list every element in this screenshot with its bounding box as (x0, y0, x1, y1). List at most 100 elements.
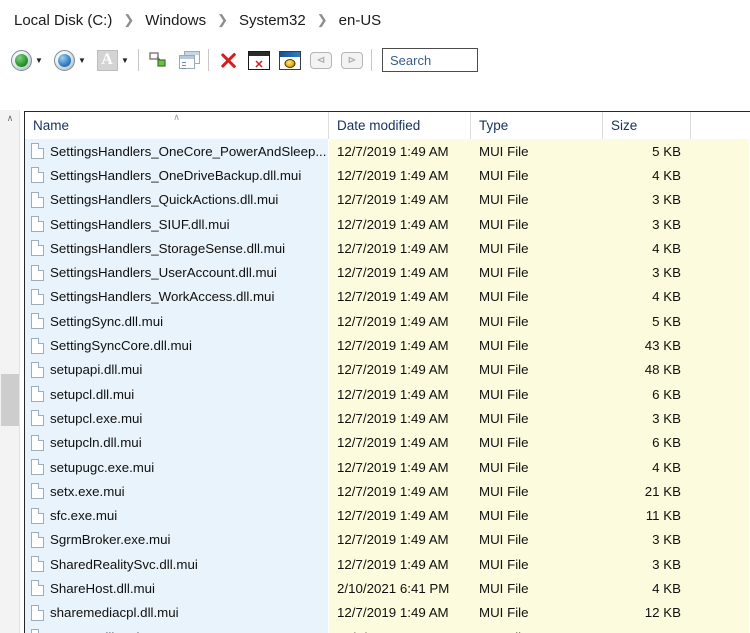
search-input[interactable] (390, 49, 477, 71)
table-row[interactable]: setx.exe.mui 12/7/2019 1:49 AM MUI File 21 … (25, 479, 750, 504)
file-name-label: SettingsHandlers_StorageSense.dll.mui (50, 240, 286, 256)
chevron-down-icon[interactable]: ▼ (33, 49, 45, 71)
file-name-cell[interactable]: SettingsHandlers_WorkAccess.dll.mui (25, 284, 329, 310)
breadcrumb-item-1[interactable]: Windows (141, 10, 210, 31)
file-name-cell[interactable]: SharedRealitySvc.dll.mui (25, 552, 329, 577)
breadcrumb-item-3[interactable]: en-US (335, 10, 386, 31)
column-header-size[interactable]: Size (603, 112, 691, 139)
file-name-cell[interactable]: SettingSync.dll.mui (25, 309, 329, 334)
file-icon (31, 240, 44, 257)
table-row[interactable]: SgrmBroker.exe.mui 12/7/2019 1:49 AM MUI F… (25, 527, 750, 553)
table-row[interactable]: SharedRealitySvc.dll.mui 12/7/2019 1:49 A… (25, 552, 750, 577)
file-name-cell[interactable]: SettingsHandlers_SIUF.dll.mui (25, 211, 329, 237)
file-name-cell[interactable]: SettingsHandlers_OneDriveBackup.dll.mui (25, 163, 329, 188)
chevron-down-icon[interactable]: ▼ (119, 49, 131, 71)
table-row[interactable]: SettingsHandlers_StorageSense.dll.mui 12/… (25, 236, 750, 261)
file-size-cell: 3 KB (603, 624, 691, 633)
table-row[interactable]: SettingSyncCore.dll.mui 12/7/2019 1:49 AM… (25, 333, 750, 358)
table-row[interactable]: sfc.exe.mui 12/7/2019 1:49 AM MUI File 11 K… (25, 503, 750, 528)
table-row[interactable]: SettingsHandlers_WorkAccess.dll.mui 12/7/… (25, 284, 750, 310)
table-row[interactable]: sharemediacpl.dll.mui 12/7/2019 1:49 AM MU… (25, 600, 750, 625)
table-row[interactable]: setupcln.dll.mui 12/7/2019 1:49 AM MUI Fil… (25, 430, 750, 455)
file-size-cell: 4 KB (603, 454, 691, 480)
table-row[interactable]: SettingsHandlers_UserAccount.dll.mui 12/7… (25, 260, 750, 285)
file-name-cell[interactable]: SettingsHandlers_QuickActions.dll.mui (25, 187, 329, 212)
table-row[interactable]: SettingsHandlers_OneDriveBackup.dll.mui 1… (25, 163, 750, 188)
file-icon (31, 216, 44, 233)
file-name-cell[interactable]: setupcl.dll.mui (25, 381, 329, 407)
file-name-cell[interactable]: SettingsHandlers_OneCore_PowerAndSleep..… (25, 139, 329, 164)
column-header-type[interactable]: Type (471, 112, 603, 139)
shortcut-link-button[interactable] (145, 45, 171, 75)
table-row[interactable]: setupcl.exe.mui 12/7/2019 1:49 AM MUI File… (25, 406, 750, 431)
globe-blue-button[interactable]: ▼ (51, 45, 89, 75)
table-row[interactable]: setupcl.dll.mui 12/7/2019 1:49 AM MUI File… (25, 381, 750, 407)
file-name-cell[interactable]: SettingsHandlers_StorageSense.dll.mui (25, 236, 329, 261)
font-a-button[interactable]: A ▼ (94, 45, 132, 75)
window-list-button[interactable] (176, 45, 202, 75)
file-type-cell: MUI File (471, 260, 603, 285)
file-icon (31, 434, 44, 451)
file-name-cell[interactable]: setupcln.dll.mui (25, 430, 329, 455)
column-header-date-modified[interactable]: Date modified (329, 112, 471, 139)
file-blank-cell (691, 527, 749, 553)
column-header-size-label: Size (611, 118, 638, 133)
column-header-name-label: Name (33, 118, 70, 133)
toolbar: ▼ ▼ A ▼ ✕ ⊲ ⊳ Search (0, 40, 750, 80)
file-name-label: SettingsHandlers_OneDriveBackup.dll.mui (50, 167, 302, 183)
chevron-down-icon[interactable]: ▼ (76, 49, 88, 71)
file-name-cell[interactable]: setx.exe.mui (25, 479, 329, 504)
file-name-cell[interactable]: ShareHost.dll.mui (25, 576, 329, 601)
close-window-icon: ✕ (247, 48, 271, 72)
file-name-cell[interactable]: SHCore.dll.mui (25, 624, 329, 633)
file-name-cell[interactable]: SettingSyncCore.dll.mui (25, 333, 329, 358)
file-date-cell: 12/7/2019 1:49 AM (329, 600, 471, 625)
file-type-cell: MUI File (471, 381, 603, 407)
sort-ascending-icon: ∧ (173, 112, 180, 122)
column-header-blank[interactable] (691, 112, 749, 139)
scroll-up-arrow-icon[interactable]: ∧ (0, 110, 20, 127)
globe-green-button[interactable]: ▼ (8, 45, 46, 75)
file-name-cell[interactable]: setupapi.dll.mui (25, 357, 329, 382)
file-name-cell[interactable]: sharemediacpl.dll.mui (25, 600, 329, 625)
file-name-cell[interactable]: SettingsHandlers_UserAccount.dll.mui (25, 260, 329, 285)
close-window-button[interactable]: ✕ (246, 45, 272, 75)
file-list: Name ∧ Date modified Type Size SettingsH… (24, 111, 750, 633)
file-date-cell: 12/7/2019 1:49 AM (329, 503, 471, 528)
file-name-label: SettingsHandlers_UserAccount.dll.mui (50, 265, 277, 281)
file-size-cell: 6 KB (603, 381, 691, 407)
table-row[interactable]: ShareHost.dll.mui 2/10/2021 6:41 PM MUI Fi… (25, 576, 750, 601)
table-row[interactable]: SettingsHandlers_SIUF.dll.mui 12/7/2019 1… (25, 211, 750, 237)
search-box[interactable] (382, 48, 478, 72)
vertical-scrollbar[interactable]: ∧ (0, 110, 20, 633)
table-row[interactable]: SettingsHandlers_QuickActions.dll.mui 12/… (25, 187, 750, 212)
font-a-icon: A (95, 48, 119, 72)
file-type-cell: MUI File (471, 333, 603, 358)
debug-window-button[interactable] (277, 45, 303, 75)
file-icon (31, 410, 44, 427)
table-row[interactable]: setupugc.exe.mui 12/7/2019 1:49 AM MUI Fil… (25, 454, 750, 480)
file-name-label: SettingSyncCore.dll.mui (50, 338, 192, 354)
file-icon (31, 556, 44, 573)
column-header-name[interactable]: Name ∧ (25, 112, 329, 139)
file-name-cell[interactable]: setupugc.exe.mui (25, 454, 329, 480)
file-name-label: SgrmBroker.exe.mui (50, 532, 171, 548)
file-date-cell: 12/7/2019 1:49 AM (329, 284, 471, 310)
file-name-label: setupapi.dll.mui (50, 362, 143, 378)
delete-button[interactable] (215, 45, 241, 75)
table-row[interactable]: setupapi.dll.mui 12/7/2019 1:49 AM MUI Fil… (25, 357, 750, 382)
file-name-cell[interactable]: setupcl.exe.mui (25, 406, 329, 431)
file-size-cell: 3 KB (603, 406, 691, 431)
breadcrumb-item-2[interactable]: System32 (235, 10, 310, 31)
table-row[interactable]: SettingsHandlers_OneCore_PowerAndSleep..… (25, 139, 750, 164)
file-blank-cell (691, 163, 749, 188)
breadcrumb-separator-icon: ❯ (316, 12, 328, 27)
breadcrumb-item-0[interactable]: Local Disk (C:) (10, 10, 116, 31)
table-row[interactable]: SHCore.dll.mui 12/7/2019 1:49 AMMUI File3… (25, 624, 750, 633)
globe-green-icon (9, 48, 33, 72)
file-name-cell[interactable]: SgrmBroker.exe.mui (25, 527, 329, 553)
table-row[interactable]: SettingSync.dll.mui 12/7/2019 1:49 AM MUI … (25, 309, 750, 334)
file-name-cell[interactable]: sfc.exe.mui (25, 503, 329, 528)
file-date-cell: 12/7/2019 1:49 AM (329, 454, 471, 480)
scrollbar-thumb[interactable] (1, 374, 19, 426)
